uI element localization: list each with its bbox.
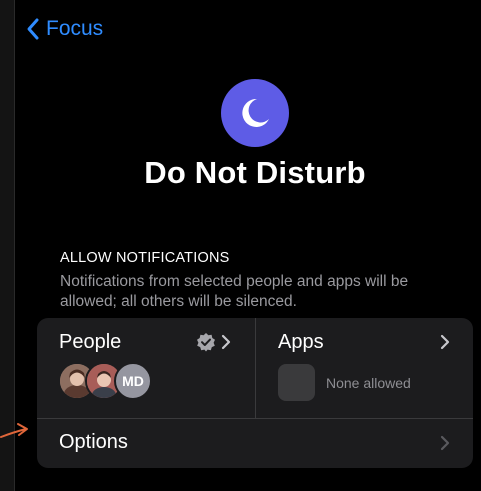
annotation-arrow-icon (0, 423, 28, 438)
back-button[interactable]: Focus (26, 14, 103, 44)
moon-icon (242, 98, 269, 127)
apps-label: Apps (278, 331, 324, 353)
horizontal-divider (37, 418, 473, 419)
page-title: Do Not Disturb (144, 155, 366, 190)
chevron-right-icon (440, 334, 450, 350)
chevron-right-icon (221, 334, 231, 350)
avatar-initials: MD (114, 362, 152, 400)
section-header: ALLOW NOTIFICATIONS (60, 250, 230, 266)
chevron-right-icon (440, 435, 450, 451)
chevron-left-icon (27, 18, 39, 40)
options-label: Options (59, 431, 128, 453)
focus-icon-circle (221, 79, 289, 147)
app-placeholder-tile (278, 364, 315, 401)
back-label: Focus (46, 17, 104, 40)
vertical-divider (255, 318, 256, 418)
section-description: Notifications from selected people and a… (60, 273, 409, 310)
allow-notifications-card: People MD Apps None allowed Options (37, 318, 473, 468)
apps-status: None allowed (326, 375, 411, 391)
verified-badge-icon (197, 333, 215, 352)
people-label: People (59, 331, 122, 353)
people-avatars: MD (58, 362, 168, 402)
